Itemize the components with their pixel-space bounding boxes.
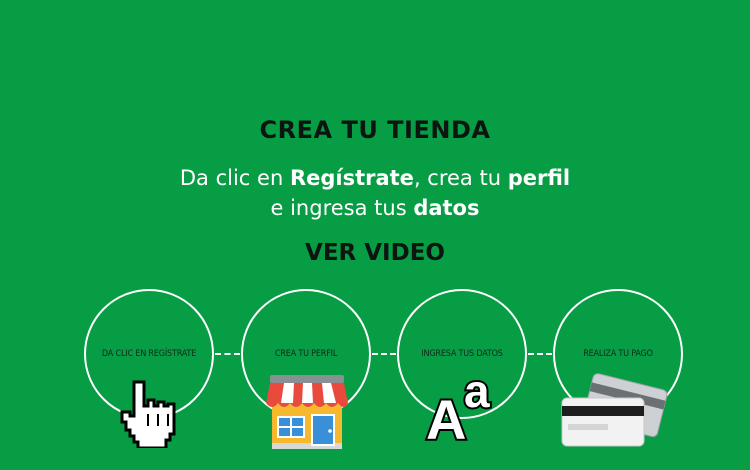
subtitle-text: e ingresa tus [270,196,414,220]
font-size-icon: A a [424,365,504,454]
connector-3 [528,353,552,355]
subtitle-bold-datos: datos [413,196,480,220]
hand-pointer-icon [120,380,176,448]
subtitle-bold-perfil: perfil [507,166,571,190]
subtitle: Da clic en Regístrate, crea tu perfil e … [0,163,750,223]
connector-1 [215,353,240,355]
subtitle-text: Da clic en [179,166,290,190]
ver-video-link[interactable]: VER VIDEO [0,240,750,266]
connector-2 [372,353,396,355]
subtitle-bold-registrate: Regístrate [289,166,414,190]
step-label: Ingresa tus datos [421,349,503,359]
step-label: Crea tu perfil [274,349,338,359]
subtitle-line-2: e ingresa tus datos [0,193,750,223]
subtitle-line-1: Da clic en Regístrate, crea tu perfil [0,163,750,193]
subtitle-text: , crea tu [413,166,508,190]
font-letter-big: A [424,388,468,451]
credit-cards-icon [561,373,668,447]
page-title: CREA TU TIENDA [259,116,491,144]
font-letter-small: a [462,365,492,417]
store-icon [266,375,348,449]
step-label: Realiza tu pago [583,349,653,359]
step-label: Da clic en Regístrate [101,349,197,359]
